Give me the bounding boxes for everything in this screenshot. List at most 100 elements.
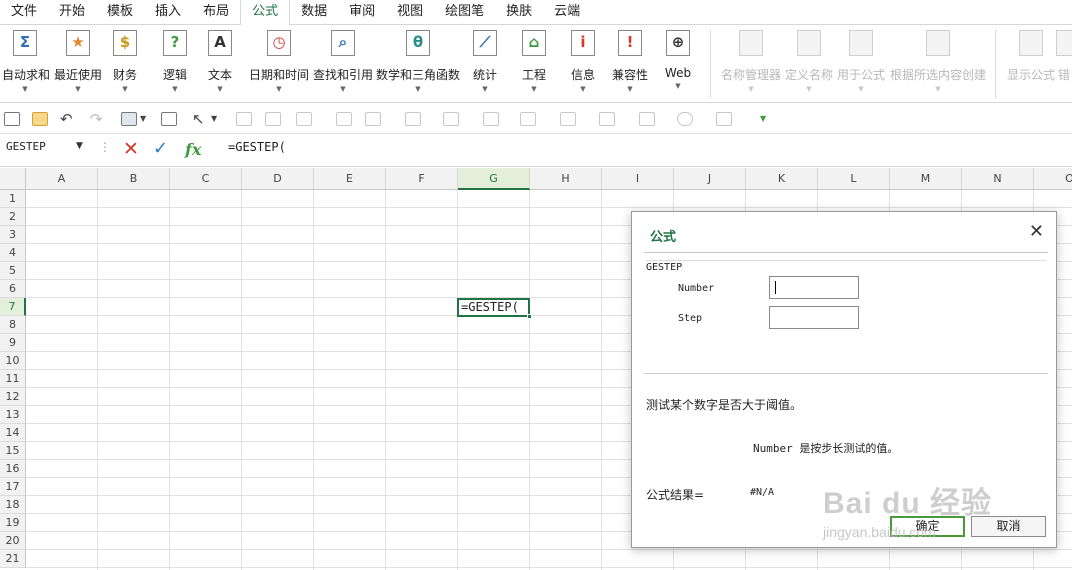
ribbon-button[interactable]: ⟋ 统计 ▼ [468, 30, 502, 100]
row-header[interactable]: 10 [0, 352, 26, 370]
open-folder-icon[interactable] [32, 112, 48, 126]
new-document-icon[interactable] [4, 112, 20, 126]
table-icon[interactable] [236, 112, 252, 126]
print-icon[interactable] [161, 112, 177, 126]
image-icon[interactable] [265, 112, 281, 126]
menu-item[interactable]: 换肤 [495, 0, 543, 25]
column-header[interactable]: N [962, 168, 1034, 190]
ribbon-button[interactable]: $ 财务 ▼ [110, 30, 140, 100]
row-header[interactable]: 19 [0, 514, 26, 532]
ribbon-button[interactable]: ⌂ 工程 ▼ [517, 30, 551, 100]
insert-function-icon[interactable]: fx [185, 140, 201, 159]
column-header[interactable]: H [530, 168, 602, 190]
ribbon-button[interactable]: A 文本 ▼ [205, 30, 235, 100]
ribbon-button[interactable]: ★ 最近使用 ▼ [52, 30, 104, 100]
row-header[interactable]: 11 [0, 370, 26, 388]
row-header[interactable]: 16 [0, 460, 26, 478]
mountain-chart-icon[interactable] [639, 112, 655, 126]
ribbon-button-disabled[interactable]: 显示公式 [1004, 30, 1058, 100]
menu-item[interactable]: 插入 [144, 0, 192, 25]
row-header[interactable]: 5 [0, 262, 26, 280]
row-header[interactable]: 13 [0, 406, 26, 424]
column-header[interactable]: I [602, 168, 674, 190]
ribbon-button-disabled[interactable]: 定义名称 ▼ [784, 30, 834, 100]
column-header[interactable]: F [386, 168, 458, 190]
confirm-icon[interactable]: ✓ [153, 138, 168, 159]
column-header[interactable]: A [26, 168, 98, 190]
menu-item[interactable]: 数据 [290, 0, 338, 25]
fill-handle[interactable] [527, 314, 532, 319]
pie-chart-icon[interactable] [677, 112, 693, 126]
name-box-dropdown-icon[interactable]: ▼ [76, 141, 83, 151]
stock-chart-icon[interactable] [483, 112, 499, 126]
shape-icon[interactable] [336, 112, 352, 126]
ribbon-button[interactable]: ! 兼容性 ▼ [611, 30, 649, 100]
row-header[interactable]: 15 [0, 442, 26, 460]
menu-item[interactable]: 视图 [386, 0, 434, 25]
screenshot-icon[interactable] [296, 112, 312, 126]
row-header[interactable]: 1 [0, 190, 26, 208]
ribbon-button-disabled[interactable]: 根据所选内容创建 ▼ [888, 30, 988, 100]
ribbon-button[interactable]: Σ 自动求和 ▼ [2, 30, 50, 100]
menu-item[interactable]: 云端 [543, 0, 591, 25]
ribbon-button[interactable]: i 信息 ▼ [566, 30, 600, 100]
ribbon-button[interactable]: ◷ 日期和时间 ▼ [248, 30, 310, 100]
menu-item[interactable]: 布局 [192, 0, 240, 25]
column-header[interactable]: B [98, 168, 170, 190]
column-header[interactable]: K [746, 168, 818, 190]
menu-item[interactable]: 公式 [240, 0, 291, 26]
row-header[interactable]: 3 [0, 226, 26, 244]
pointer-icon[interactable]: ↖ [192, 110, 205, 128]
row-header[interactable]: 8 [0, 316, 26, 334]
save-dropdown-icon[interactable]: ▼ [140, 114, 146, 123]
menu-item[interactable]: 绘图笔 [434, 0, 495, 25]
row-header[interactable]: 7 [0, 298, 26, 316]
save-icon[interactable] [121, 112, 137, 126]
radar-chart-icon[interactable] [560, 112, 576, 126]
bar-chart-icon[interactable] [443, 112, 459, 126]
cancel-icon[interactable]: ✕ [123, 138, 139, 160]
row-header[interactable]: 17 [0, 478, 26, 496]
active-cell-g7[interactable]: =GESTEP( [457, 298, 532, 319]
undo-icon[interactable]: ↶ [60, 110, 73, 128]
ribbon-button-disabled[interactable]: 用于公式 ▼ [836, 30, 886, 100]
number-input[interactable] [769, 276, 859, 299]
name-box[interactable]: GESTEP [6, 140, 46, 153]
ribbon-button[interactable]: ⊕ Web ▼ [661, 30, 695, 100]
close-icon[interactable]: ✕ [1029, 221, 1044, 242]
row-header[interactable]: 4 [0, 244, 26, 262]
column-header[interactable]: M [890, 168, 962, 190]
column-header[interactable]: E [314, 168, 386, 190]
row-header[interactable]: 9 [0, 334, 26, 352]
toolbar-more-icon[interactable]: ▼ [760, 114, 766, 123]
row-header[interactable]: 6 [0, 280, 26, 298]
column-header[interactable]: O [1034, 168, 1072, 190]
menu-item[interactable]: 文件 [0, 0, 48, 25]
column-header[interactable]: L [818, 168, 890, 190]
row-header[interactable]: 2 [0, 208, 26, 226]
column-header[interactable]: G [458, 168, 530, 190]
ribbon-button[interactable]: ⌕ 查找和引用 ▼ [312, 30, 374, 100]
column-header[interactable]: D [242, 168, 314, 190]
formula-input[interactable]: =GESTEP( [228, 140, 286, 154]
line-chart-icon[interactable] [599, 112, 615, 126]
select-all-corner[interactable] [0, 168, 26, 190]
row-header[interactable]: 20 [0, 532, 26, 550]
row-header[interactable]: 14 [0, 424, 26, 442]
shapes-dropdown-icon[interactable] [365, 112, 381, 126]
area-chart-icon[interactable] [520, 112, 536, 126]
ribbon-button[interactable]: ? 逻辑 ▼ [160, 30, 190, 100]
row-header[interactable]: 18 [0, 496, 26, 514]
ribbon-button[interactable]: θ 数学和三角函数 ▼ [376, 30, 460, 100]
pointer-dropdown-icon[interactable]: ▼ [211, 114, 217, 123]
step-input[interactable] [769, 306, 859, 329]
column-header[interactable]: C [170, 168, 242, 190]
menu-item[interactable]: 开始 [48, 0, 96, 25]
column-header[interactable]: J [674, 168, 746, 190]
scatter-chart-icon[interactable] [716, 112, 732, 126]
menu-item[interactable]: 审阅 [338, 0, 386, 25]
menu-item[interactable]: 模板 [96, 0, 144, 25]
redo-icon[interactable]: ↷ [90, 110, 103, 128]
row-header[interactable]: 12 [0, 388, 26, 406]
ribbon-button-disabled[interactable]: 名称管理器 ▼ [720, 30, 782, 100]
